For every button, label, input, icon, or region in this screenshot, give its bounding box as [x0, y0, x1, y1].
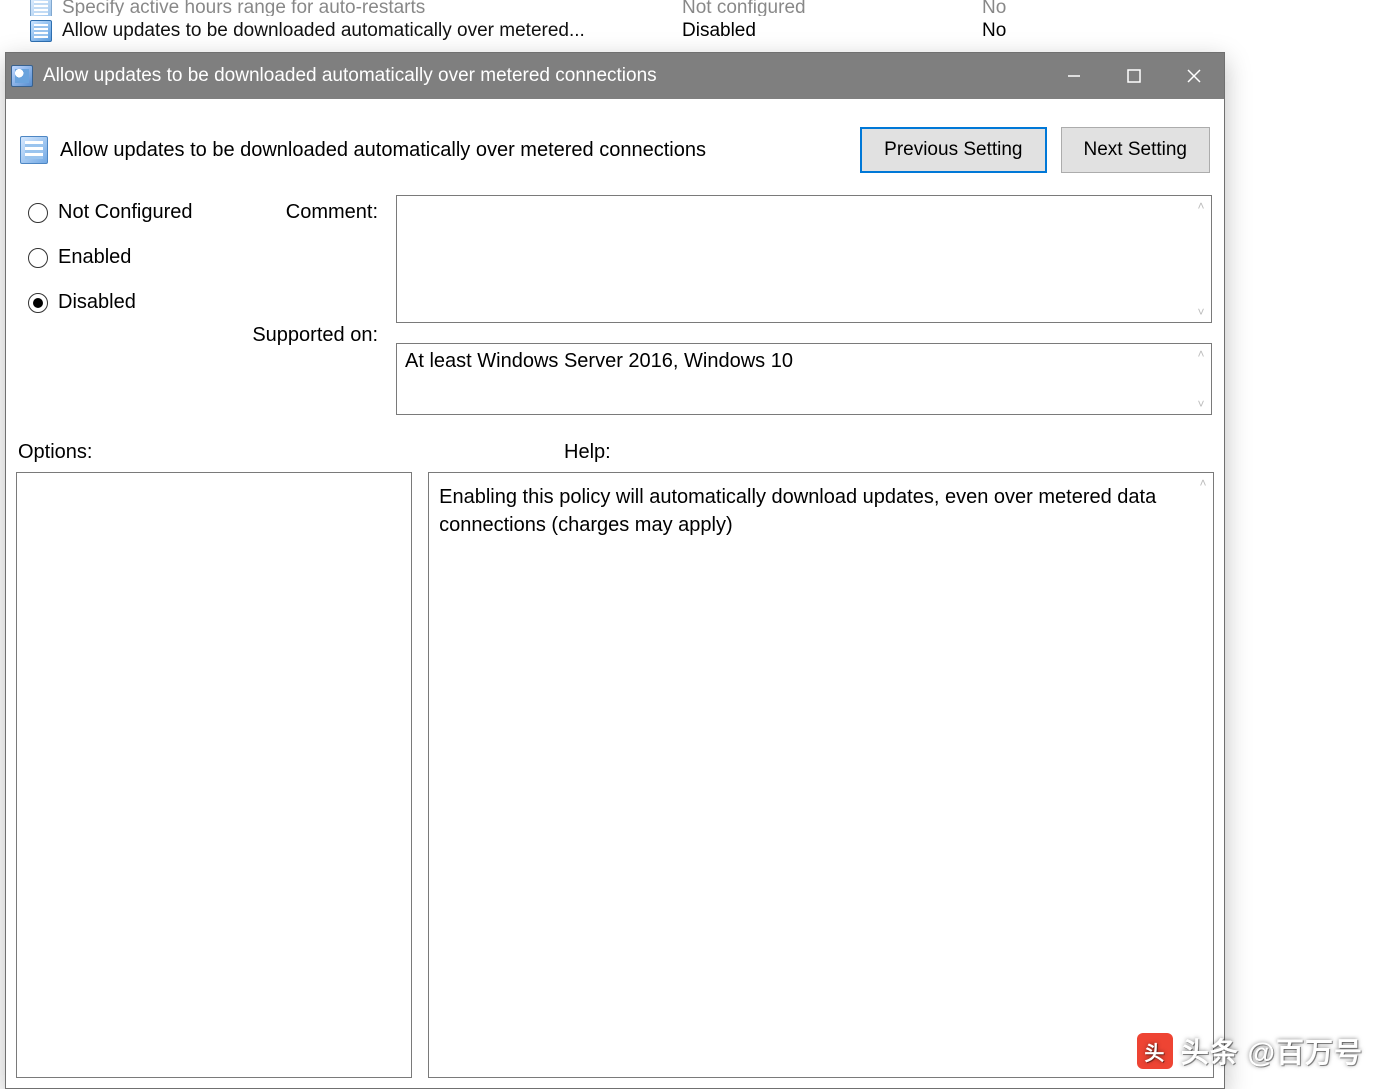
policy-dialog: Allow updates to be downloaded automatic…	[5, 52, 1225, 1089]
scrollbar[interactable]	[1191, 196, 1211, 322]
comment-value	[397, 196, 1191, 322]
policy-name: Specify active hours range for auto-rest…	[62, 0, 672, 16]
watermark-logo-icon: 头	[1137, 1033, 1173, 1069]
radio-label: Enabled	[58, 246, 131, 269]
comment-textarea[interactable]	[396, 195, 1212, 323]
policy-row[interactable]: Specify active hours range for auto-rest…	[0, 0, 1379, 16]
app-icon	[11, 65, 33, 87]
comment-label: Comment:	[286, 201, 378, 224]
radio-icon	[28, 248, 48, 268]
radio-not-configured[interactable]: Not Configured	[28, 201, 242, 224]
policy-icon	[30, 20, 52, 42]
window-title: Allow updates to be downloaded automatic…	[43, 65, 1044, 87]
watermark: 头 头条 @百万号	[1137, 1031, 1363, 1071]
radio-label: Not Configured	[58, 201, 193, 224]
next-setting-button[interactable]: Next Setting	[1061, 127, 1211, 173]
radio-label: Disabled	[58, 291, 136, 314]
scroll-down-icon[interactable]	[1197, 302, 1204, 322]
radio-icon	[28, 293, 48, 313]
radio-icon	[28, 203, 48, 223]
supported-on-field: At least Windows Server 2016, Windows 10	[396, 343, 1212, 415]
scrollbar[interactable]	[1191, 344, 1211, 414]
policy-name: Allow updates to be downloaded automatic…	[62, 20, 672, 42]
options-label: Options:	[18, 441, 564, 464]
policy-icon	[20, 136, 48, 164]
scroll-up-icon[interactable]	[1197, 344, 1204, 364]
help-panel: Enabling this policy will automatically …	[428, 472, 1214, 1078]
titlebar[interactable]: Allow updates to be downloaded automatic…	[6, 53, 1224, 99]
scroll-up-icon[interactable]	[1199, 473, 1206, 493]
scroll-down-icon[interactable]	[1197, 394, 1204, 414]
help-label: Help:	[564, 441, 611, 464]
scrollbar[interactable]	[1193, 473, 1213, 1077]
policy-comment: No	[982, 20, 1182, 42]
maximize-button[interactable]	[1104, 53, 1164, 99]
watermark-text: 头条 @百万号	[1181, 1031, 1363, 1071]
minimize-button[interactable]	[1044, 53, 1104, 99]
previous-setting-button[interactable]: Previous Setting	[860, 127, 1046, 173]
background-strip	[1226, 0, 1381, 1089]
policy-title: Allow updates to be downloaded automatic…	[60, 139, 848, 162]
policy-row[interactable]: Allow updates to be downloaded automatic…	[0, 16, 1379, 46]
policy-state: Disabled	[682, 20, 972, 42]
help-text: Enabling this policy will automatically …	[429, 473, 1213, 549]
supported-on-label: Supported on:	[252, 324, 378, 347]
policy-list-background: Specify active hours range for auto-rest…	[0, 0, 1381, 50]
radio-disabled[interactable]: Disabled	[28, 291, 242, 314]
policy-icon	[30, 0, 52, 16]
close-button[interactable]	[1164, 53, 1224, 99]
policy-comment: No	[982, 0, 1182, 16]
options-panel	[16, 472, 412, 1078]
scroll-up-icon[interactable]	[1197, 196, 1204, 216]
policy-state: Not configured	[682, 0, 972, 16]
radio-enabled[interactable]: Enabled	[28, 246, 242, 269]
supported-on-value: At least Windows Server 2016, Windows 10	[397, 344, 1191, 414]
